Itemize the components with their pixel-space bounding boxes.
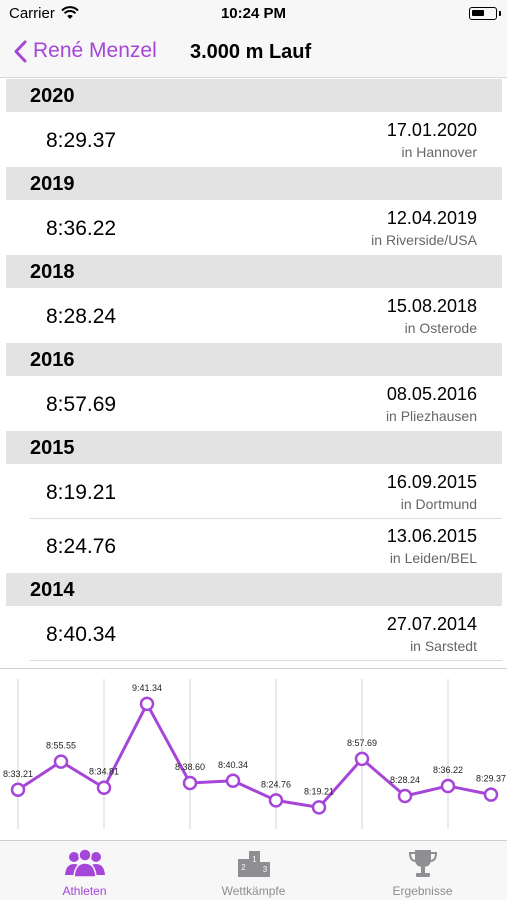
section-header-2014: 2014 — [6, 573, 502, 606]
tab-wettkaempfe[interactable]: 2 1 3 Wettkämpfe — [169, 841, 338, 900]
results-chart: 8:33.21 8:55.55 8:34.81 9:41.34 8:38.60 8:40.… — [0, 668, 507, 840]
back-button[interactable]: René Menzel — [14, 39, 157, 63]
tab-label: Athleten — [62, 884, 107, 898]
tab-bar: Athleten 2 1 3 Wettkämpfe Ergebnisse — [0, 840, 507, 900]
data-point — [483, 787, 499, 802]
page-title: 3.000 m Lauf — [190, 41, 312, 63]
data-label: 8:55.55 — [46, 741, 76, 751]
svg-text:2: 2 — [241, 863, 246, 872]
section-header-2016: 2016 — [6, 343, 502, 376]
data-label: 8:36.22 — [433, 765, 463, 775]
section-header-2020: 2020 — [6, 79, 502, 112]
result-place: in Sarstedt — [410, 638, 477, 654]
result-place: in Pliezhausen — [385, 408, 477, 424]
data-label: 8:38.60 — [175, 762, 205, 772]
data-point — [10, 782, 26, 798]
result-date: 15.08.2018 — [386, 296, 477, 316]
result-date: 16.09.2015 — [386, 472, 477, 492]
data-label: 9:41.34 — [132, 683, 162, 693]
data-point — [182, 775, 198, 791]
podium-icon: 2 1 3 — [169, 847, 338, 884]
result-time: 8:36.22 — [46, 217, 117, 240]
data-label: 8:57.69 — [347, 738, 377, 748]
data-label: 8:33.21 — [3, 769, 33, 779]
result-time: 8:24.76 — [46, 535, 117, 558]
data-point — [311, 800, 327, 815]
battery-icon — [469, 7, 501, 20]
data-point — [397, 788, 413, 804]
result-time: 8:40.34 — [46, 623, 117, 646]
result-row[interactable]: 8:36.22 12.04.2019 in Riverside/USA — [6, 201, 502, 255]
tab-label: Ergebnisse — [392, 884, 453, 898]
tab-athleten[interactable]: Athleten — [0, 841, 169, 900]
status-bar: Carrier 10:24 PM — [0, 0, 507, 30]
series-line — [17, 702, 492, 809]
tab-ergebnisse[interactable]: Ergebnisse — [338, 841, 507, 900]
result-row[interactable]: 8:24.76 13.06.2015 in Leiden/BEL — [6, 519, 502, 573]
result-date: 08.05.2016 — [386, 384, 477, 404]
result-row[interactable]: 8:40.34 27.07.2014 in Sarstedt — [6, 607, 502, 661]
result-date: 17.01.2020 — [386, 120, 477, 140]
result-place: in Dortmund — [400, 496, 477, 512]
result-date: 12.04.2019 — [386, 208, 477, 228]
section-header-2018: 2018 — [6, 255, 502, 288]
data-label: 8:40.34 — [218, 760, 248, 770]
data-point — [268, 793, 284, 808]
data-point — [139, 696, 155, 712]
line-chart: 8:33.21 8:55.55 8:34.81 9:41.34 8:38.60 8:40.… — [3, 679, 506, 829]
data-label: 8:28.24 — [390, 775, 420, 785]
result-place: in Hannover — [401, 144, 478, 160]
navigation-bar: René Menzel 3.000 m Lauf — [0, 30, 507, 78]
data-label: 8:24.76 — [261, 779, 291, 789]
result-time: 8:29.37 — [46, 129, 117, 152]
result-date: 27.07.2014 — [386, 614, 477, 634]
result-time: 8:19.21 — [46, 481, 117, 504]
results-list[interactable]: 2020 8:29.37 17.01.2020 in Hannover 2019… — [0, 79, 507, 664]
data-point — [96, 780, 112, 795]
svg-text:3: 3 — [262, 865, 267, 874]
data-label: 8:34.81 — [89, 767, 119, 777]
result-date: 13.06.2015 — [386, 526, 477, 546]
tab-label: Wettkämpfe — [221, 884, 286, 898]
result-row[interactable]: 8:29.37 17.01.2020 in Hannover — [6, 113, 502, 167]
trophy-icon — [338, 847, 507, 884]
back-label: René Menzel — [33, 39, 157, 62]
data-label: 8:29.37 — [476, 774, 506, 784]
chevron-left-icon — [14, 40, 27, 62]
section-header-2019: 2019 — [6, 167, 502, 200]
result-place: in Osterode — [404, 320, 477, 336]
people-icon — [0, 847, 169, 884]
result-row[interactable]: 8:19.21 16.09.2015 in Dortmund — [6, 465, 502, 519]
data-point — [225, 773, 241, 789]
result-place: in Riverside/USA — [371, 232, 477, 248]
svg-text:1: 1 — [252, 855, 257, 864]
section-header-2015: 2015 — [6, 431, 502, 464]
row-divider — [30, 660, 502, 661]
result-time: 8:28.24 — [46, 305, 117, 328]
result-row[interactable]: 8:28.24 15.08.2018 in Osterode — [6, 289, 502, 343]
data-point — [53, 754, 69, 769]
result-time: 8:57.69 — [46, 393, 117, 416]
result-place: in Leiden/BEL — [389, 550, 477, 566]
result-row[interactable]: 8:57.69 08.05.2016 in Pliezhausen — [6, 377, 502, 431]
data-point — [440, 778, 456, 794]
clock: 10:24 PM — [220, 5, 287, 22]
data-point — [354, 751, 370, 767]
data-label: 8:19.21 — [304, 786, 334, 796]
